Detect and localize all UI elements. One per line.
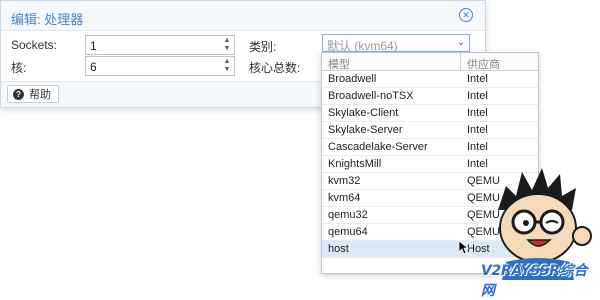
option-model: qemu64 [328,226,368,238]
option-model: Broadwell [328,73,377,85]
cpu-type-option[interactable]: Broadwell Intel [322,71,538,88]
sockets-field[interactable]: 1 ▲ ▼ [85,35,235,55]
option-vendor: Intel [467,73,488,85]
help-button-label: 帮助 [29,89,51,101]
mouse-cursor-icon [459,241,469,255]
type-label: 类别: [249,40,277,54]
option-model: Cascadelake-Server [328,141,428,153]
option-model: qemu32 [328,209,368,221]
option-vendor: Intel [467,90,488,102]
option-vendor: Intel [467,107,488,119]
option-model: kvm32 [328,175,361,187]
dialog-title: 编辑: 处理器 [11,12,84,27]
option-model: host [328,243,349,255]
option-vendor: Intel [467,124,488,136]
chevron-down-icon[interactable]: ⌄ [457,37,465,48]
cpu-type-select[interactable]: 默认 (kvm64) ⌄ [322,34,470,53]
help-button[interactable]: ? 帮助 [7,85,59,103]
cpu-type-option[interactable]: Skylake-Server Intel [322,122,538,139]
sockets-label: Sockets: [11,38,58,52]
option-model: KnightsMill [328,158,382,170]
cores-label: 核: [11,61,27,75]
cores-field[interactable]: 6 ▲ ▼ [85,56,235,76]
option-model: Broadwell-noTSX [328,90,414,102]
option-model: kvm64 [328,192,361,204]
dropdown-header: 模型 供应商 [322,53,538,71]
cpu-type-option[interactable]: Skylake-Client Intel [322,105,538,122]
question-icon: ? [13,88,24,100]
cores-value: 6 [90,60,97,74]
column-separator [460,53,461,71]
cores-stepper-icon[interactable]: ▲ ▼ [220,57,234,75]
close-icon[interactable]: ✕ [459,8,473,22]
dialog-header: 编辑: 处理器 ✕ [1,1,485,31]
cpu-type-option[interactable]: Cascadelake-Server Intel [322,139,538,156]
column-header-model: 模型 [328,59,350,71]
option-model: Skylake-Client [328,107,399,119]
sockets-stepper-icon[interactable]: ▲ ▼ [220,36,234,54]
cpu-type-option[interactable]: Broadwell-noTSX Intel [322,88,538,105]
column-header-vendor: 供应商 [467,59,500,71]
option-model: Skylake-Server [328,124,403,136]
option-vendor: Intel [467,141,488,153]
watermark-logo-text: V2RAYSSR综合网 [481,263,588,299]
sockets-value: 1 [90,39,97,53]
total-cores-label: 核心总数: [249,61,301,75]
